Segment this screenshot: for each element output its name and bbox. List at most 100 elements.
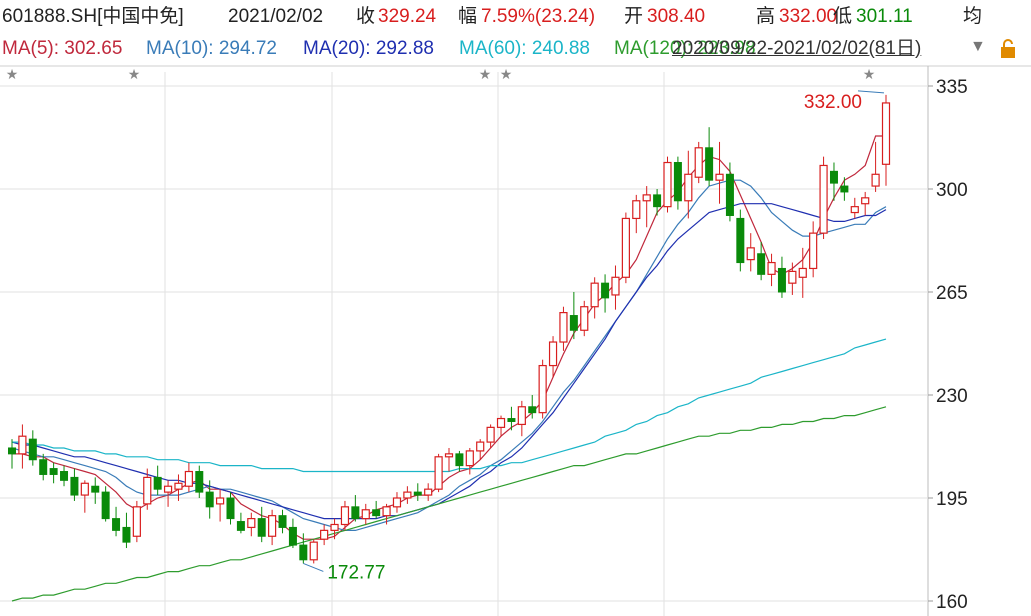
candle-body xyxy=(788,270,797,284)
candle-body xyxy=(757,253,766,275)
candle-up xyxy=(268,509,277,546)
candle-body xyxy=(413,491,422,496)
candle-body xyxy=(257,518,266,537)
candle-up xyxy=(132,500,141,543)
candle-body xyxy=(861,197,870,205)
candle-up xyxy=(309,539,318,564)
low-annotation: 172.77 xyxy=(327,562,385,583)
candle-body xyxy=(372,509,381,517)
candle-body xyxy=(632,200,641,220)
candle-body xyxy=(80,482,89,496)
candle-up xyxy=(434,453,443,493)
candle-body xyxy=(330,523,339,531)
ma-lines xyxy=(11,135,887,602)
candle-up xyxy=(517,400,526,437)
y-tick-label: 300 xyxy=(936,180,968,201)
candle-down xyxy=(153,465,162,496)
star-icon: ★ xyxy=(128,67,141,83)
candle-down xyxy=(372,500,381,519)
candle-body xyxy=(392,497,402,508)
candle-body xyxy=(465,450,474,467)
candle-body xyxy=(746,247,755,261)
candle-up xyxy=(361,503,370,525)
candle-body xyxy=(496,417,506,428)
candle-up xyxy=(18,424,27,469)
candle-body xyxy=(299,544,308,561)
candle-body xyxy=(205,491,214,508)
y-tick-label: 265 xyxy=(936,283,968,304)
candle-body xyxy=(91,485,100,493)
kline-chart: ★ ★ ★ ★ ★ 332.00 172.77 335 300 265 230 195 160 xyxy=(0,65,1031,616)
candle-body xyxy=(517,406,526,426)
candle-body xyxy=(8,447,16,455)
candle-down xyxy=(507,406,516,431)
candle-down xyxy=(653,189,662,216)
candle-body xyxy=(39,459,48,475)
candle-body xyxy=(320,529,329,540)
candle-body xyxy=(559,312,568,343)
candle-down xyxy=(8,439,16,469)
candle-body xyxy=(215,497,225,505)
candle-body xyxy=(819,164,828,234)
candle-body xyxy=(798,267,807,278)
candle-body xyxy=(268,515,277,537)
y-tick-label: 230 xyxy=(936,386,968,407)
candle-down xyxy=(278,509,287,534)
candle-up xyxy=(715,141,724,204)
candle-body xyxy=(829,170,838,184)
candle-up xyxy=(861,191,870,216)
candle-body xyxy=(174,482,183,490)
candle-down xyxy=(725,162,734,222)
candle-up xyxy=(642,186,651,228)
candle-body xyxy=(673,162,682,202)
candle-body xyxy=(580,306,589,331)
candle-body xyxy=(236,521,245,531)
candle-body xyxy=(60,471,69,481)
candle-down xyxy=(351,495,360,522)
candle-body xyxy=(528,406,537,414)
candle-body xyxy=(507,418,516,422)
candle-body xyxy=(590,282,599,308)
candle-up xyxy=(403,486,412,504)
candle-body xyxy=(684,173,693,202)
candle-up xyxy=(559,306,568,351)
candle-up xyxy=(590,277,599,319)
candle-body xyxy=(476,441,485,452)
candle-down xyxy=(829,162,838,201)
candle-up xyxy=(632,194,641,234)
candle-body xyxy=(725,173,734,216)
star-icon: ★ xyxy=(500,67,513,83)
candle-body xyxy=(653,194,662,208)
candle-body xyxy=(247,517,256,529)
high-annotation: 332.00 xyxy=(804,92,862,113)
candle-up xyxy=(694,141,703,184)
candle-body xyxy=(621,217,630,278)
candle-up xyxy=(496,415,506,437)
candle-body xyxy=(601,282,610,299)
y-tick-label: 335 xyxy=(936,77,968,98)
candle-down xyxy=(288,518,297,549)
candle-body xyxy=(112,518,121,531)
candle-up xyxy=(621,212,630,284)
candle-up xyxy=(580,300,589,337)
candle-down xyxy=(840,177,849,201)
candle-body xyxy=(49,468,58,475)
candle-down xyxy=(777,256,786,298)
candle-up xyxy=(809,221,818,278)
candle-body xyxy=(122,526,131,543)
candle-up xyxy=(663,156,672,213)
candle-body xyxy=(70,476,79,496)
y-tick-label: 160 xyxy=(936,592,968,613)
candle-body xyxy=(184,470,193,487)
star-icon: ★ xyxy=(479,67,492,83)
ma-line-ma5 xyxy=(12,135,886,540)
candle-body xyxy=(434,456,443,490)
candle-body xyxy=(195,471,204,493)
candle-body xyxy=(309,541,318,561)
candle-body xyxy=(663,161,672,208)
candle-body xyxy=(444,453,454,458)
star-icon: ★ xyxy=(6,67,19,83)
candle-body xyxy=(288,526,297,546)
candle-up xyxy=(538,359,547,419)
candle-down xyxy=(601,274,610,313)
